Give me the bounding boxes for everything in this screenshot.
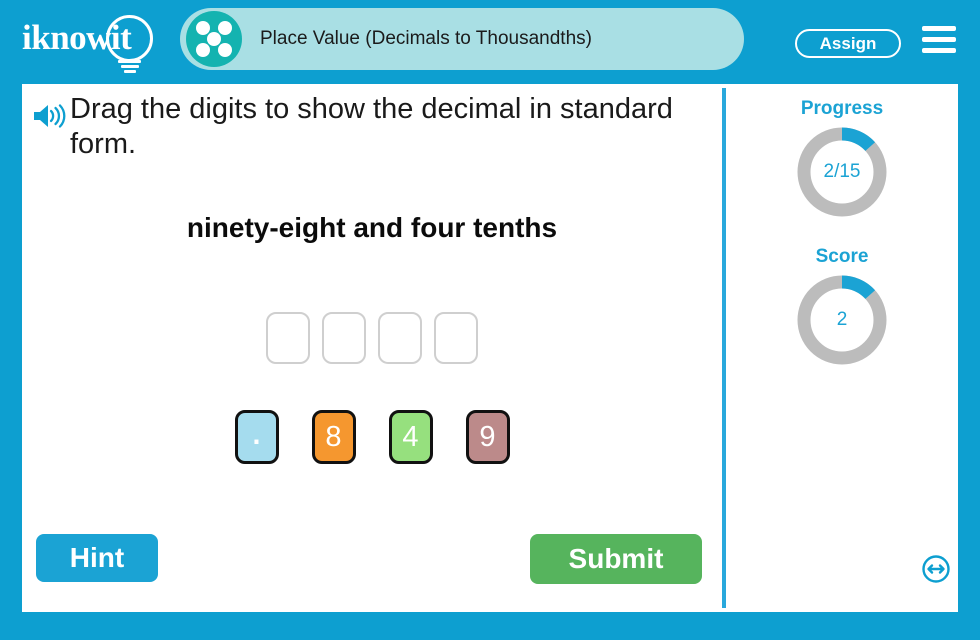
- app-header: iknowit Place Value (Decimals to Thousan…: [0, 0, 980, 78]
- progress-label: Progress: [800, 98, 884, 119]
- progress-donut: 2/15: [794, 124, 890, 220]
- resize-horizontal-icon[interactable]: [921, 554, 951, 584]
- lightbulb-icon: [106, 15, 153, 62]
- digit-tile-4[interactable]: 4: [388, 410, 433, 464]
- lesson-title-pill: Place Value (Decimals to Thousandths): [180, 8, 744, 70]
- tile-label: 8: [325, 420, 342, 453]
- digit-tiles: . 8 4 9: [22, 409, 722, 464]
- digit-tile-decimal-point[interactable]: .: [234, 409, 279, 464]
- progress-value: 2/15: [823, 161, 861, 182]
- digit-tile-9[interactable]: 9: [465, 410, 510, 464]
- instruction-text: Drag the digits to show the decimal in s…: [70, 93, 673, 161]
- app-window: iknowit Place Value (Decimals to Thousan…: [0, 0, 980, 640]
- question-prompt: ninety-eight and four tenths: [186, 212, 558, 243]
- score-meter: Score 2: [726, 246, 958, 368]
- iknowit-logo[interactable]: iknowit: [22, 14, 170, 73]
- submit-button[interactable]: Submit: [530, 534, 702, 584]
- answer-slot[interactable]: [434, 312, 478, 364]
- speaker-audio-icon[interactable]: [32, 102, 66, 130]
- answer-slot[interactable]: [322, 312, 366, 364]
- assign-button[interactable]: Assign: [795, 29, 901, 58]
- answer-slot[interactable]: [266, 312, 310, 364]
- lesson-card: Drag the digits to show the decimal in s…: [22, 84, 958, 612]
- lightbulb-base-icon: [118, 60, 141, 73]
- progress-meter: Progress 2/15: [726, 98, 958, 220]
- lesson-title: Place Value (Decimals to Thousandths): [260, 28, 592, 49]
- digit-tile-8[interactable]: 8: [311, 410, 356, 464]
- tile-label: 9: [479, 420, 496, 453]
- hamburger-menu-icon[interactable]: [922, 26, 956, 53]
- score-donut: 2: [794, 272, 890, 368]
- hint-button[interactable]: Hint: [36, 534, 158, 582]
- score-label: Score: [815, 246, 869, 267]
- answer-slot[interactable]: [378, 312, 422, 364]
- answer-slots: [22, 312, 722, 364]
- score-value: 2: [836, 309, 848, 330]
- status-panel: Progress 2/15 Score 2: [726, 84, 958, 612]
- tile-label: 4: [402, 420, 419, 453]
- five-dots-circle-icon: [186, 11, 242, 67]
